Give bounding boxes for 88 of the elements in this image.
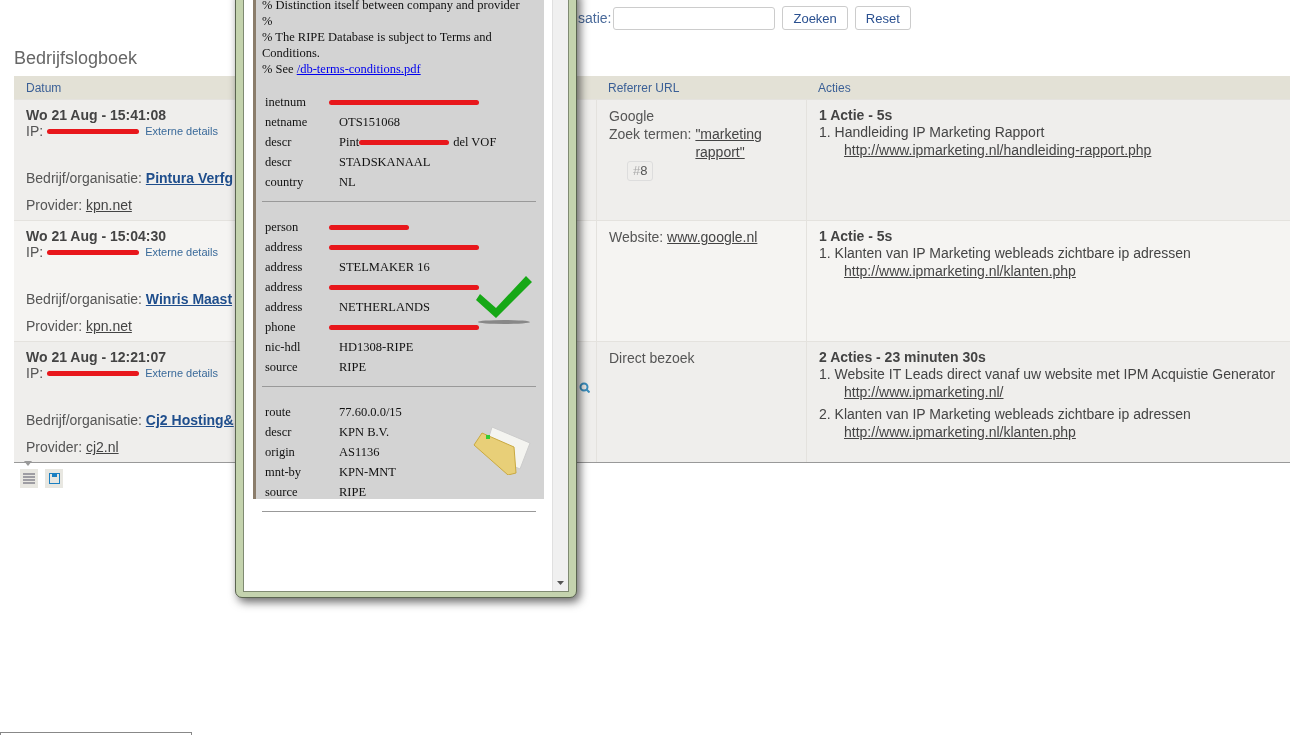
action-url-link[interactable]: http://www.ipmarketing.nl/klanten.php xyxy=(844,262,1278,280)
terms-link[interactable]: /db-terms-conditions.pdf xyxy=(296,62,421,76)
field-key: descr xyxy=(265,424,339,440)
company-label: Bedrijf/organisatie: xyxy=(26,412,143,428)
referrer-source: Google xyxy=(609,107,656,125)
action-title: 2. Klanten van IP Marketing webleads zichtbare ip adressen xyxy=(819,406,1191,422)
field-key: person xyxy=(265,219,339,235)
search-label: satie: xyxy=(578,10,612,26)
field-value: KPN-MNT xyxy=(339,464,396,480)
ip-label: IP: xyxy=(26,123,44,139)
column-header: Acties xyxy=(806,76,1290,99)
actions-summary: 1 Actie - 5s xyxy=(819,107,894,123)
visit-date: Wo 21 Aug - 15:04:30 xyxy=(26,228,167,244)
provider-link[interactable]: kpn.net xyxy=(85,318,132,334)
field-key: address xyxy=(265,299,339,315)
list-view-button[interactable] xyxy=(20,469,38,488)
field-value: AS1136 xyxy=(339,444,380,460)
provider-link[interactable]: cj2.nl xyxy=(85,439,119,455)
actions-summary: 1 Actie - 5s xyxy=(819,228,894,244)
action-url-link[interactable]: http://www.ipmarketing.nl/ xyxy=(844,383,1278,401)
action-title: 1. Website IT Leads direct vanaf uw website met IPM Acquistie Generator xyxy=(819,366,1276,382)
actions-summary: 2 Acties - 23 minuten 30s xyxy=(819,349,987,365)
field-key: address xyxy=(265,239,339,255)
search-field[interactable] xyxy=(613,6,776,30)
website-link[interactable]: www.google.nl xyxy=(667,229,758,245)
field-value: NETHERLANDS xyxy=(339,299,430,315)
field-key: nic-hdl xyxy=(265,339,339,355)
field-key: descr xyxy=(265,154,339,170)
notice-text: % Distinction itself between company and provider xyxy=(262,0,520,13)
column-header: Referrer URL xyxy=(596,76,806,99)
field-value: NL xyxy=(339,174,356,190)
folder-icon xyxy=(472,425,532,475)
field-value: RIPE xyxy=(339,484,367,500)
field-key: phone xyxy=(265,319,339,335)
field-key: source xyxy=(265,484,339,500)
field-value: HD1308-RIPE xyxy=(339,339,414,355)
action-url-link[interactable]: http://www.ipmarketing.nl/handleiding-rapport.php xyxy=(844,141,1278,159)
field-key: descr xyxy=(265,134,339,150)
external-details-link[interactable]: Externe details xyxy=(145,246,218,258)
company-label: Bedrijf/organisatie: xyxy=(26,291,143,307)
notice-text: % The RIPE Database is subject to Terms and Conditions. xyxy=(262,29,493,61)
field-key: address xyxy=(265,279,339,295)
provider-link[interactable]: kpn.net xyxy=(85,197,132,213)
field-key: origin xyxy=(265,444,339,460)
field-value: STADSKANAAL xyxy=(339,154,431,170)
save-button[interactable] xyxy=(45,469,63,488)
visit-date: Wo 21 Aug - 15:41:08 xyxy=(26,107,167,123)
notice-text: % See xyxy=(262,62,295,76)
scrollbar[interactable] xyxy=(552,0,568,591)
field-value: del VOF xyxy=(453,134,497,150)
field-value: OTS151068 xyxy=(339,114,401,130)
field-key: source xyxy=(265,359,339,375)
field-key: route xyxy=(265,404,339,420)
company-link[interactable]: Cj2 Hosting& xyxy=(145,412,234,428)
field-value: Pint xyxy=(339,134,360,150)
field-key: country xyxy=(265,174,339,190)
ip-label: IP: xyxy=(26,244,44,260)
search-icon[interactable] xyxy=(579,382,590,393)
ip-label: IP: xyxy=(26,365,44,381)
notice-text: % xyxy=(262,13,273,29)
field-key: netname xyxy=(265,114,339,130)
company-label: Bedrijf/organisatie: xyxy=(26,170,143,186)
field-value: RIPE xyxy=(339,359,367,375)
field-value: KPN B.V. xyxy=(339,424,390,440)
external-details-link[interactable]: Externe details xyxy=(145,367,218,379)
position-badge: #8 xyxy=(627,161,654,181)
provider-label: Provider: xyxy=(26,439,84,455)
provider-label: Provider: xyxy=(26,197,84,213)
provider-label: Provider: xyxy=(26,318,84,334)
referrer-text: Direct bezoek xyxy=(609,349,696,367)
website-label: Website: xyxy=(609,229,665,245)
visit-date: Wo 21 Aug - 12:21:07 xyxy=(26,349,167,365)
field-key: address xyxy=(265,259,339,275)
search-terms-label: Zoek termen: xyxy=(609,126,693,142)
scroll-down-icon[interactable] xyxy=(557,581,564,585)
page-title: Bedrijfslogboek xyxy=(14,48,138,69)
action-url-link[interactable]: http://www.ipmarketing.nl/klanten.php xyxy=(844,423,1278,441)
reset-button[interactable]: Reset xyxy=(854,6,911,30)
action-title: 1. Klanten van IP Marketing webleads zichtbare ip adressen xyxy=(819,245,1191,261)
field-key: mnt-by xyxy=(265,464,339,480)
field-value: 77.60.0.0/15 xyxy=(339,404,402,420)
company-link[interactable]: Pintura Verfg xyxy=(145,170,233,186)
search-button[interactable]: Zoeken xyxy=(782,6,848,30)
external-details-link[interactable]: Externe details xyxy=(145,125,218,137)
company-link[interactable]: Winris Maast xyxy=(145,291,233,307)
action-title: 1. Handleiding IP Marketing Rapport xyxy=(819,124,1045,140)
search-terms-link[interactable]: "marketing rapport" xyxy=(695,125,768,161)
field-value: STELMAKER 16 xyxy=(339,259,430,275)
